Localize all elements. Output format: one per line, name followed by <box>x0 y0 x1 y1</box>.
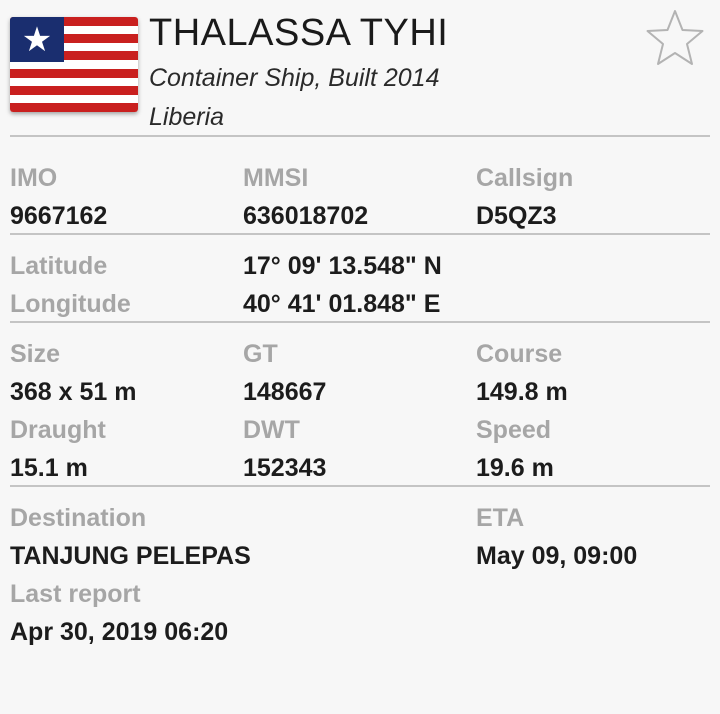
divider <box>10 321 710 323</box>
imo-label: IMO <box>10 164 58 192</box>
flag-country: Liberia <box>149 103 225 131</box>
draught-label: Draught <box>10 416 106 444</box>
callsign-value: D5QZ3 <box>476 202 557 230</box>
imo-value: 9667162 <box>10 202 108 230</box>
flag-star-icon: ★ <box>10 17 64 62</box>
vessel-type-built: Container Ship, Built 2014 <box>149 64 440 92</box>
latitude-value: 17° 09' 13.548" N <box>243 252 442 280</box>
divider <box>10 233 710 235</box>
destination-label: Destination <box>10 504 147 532</box>
longitude-label: Longitude <box>10 290 131 318</box>
mmsi-label: MMSI <box>243 164 309 192</box>
course-value: 149.8 m <box>476 378 568 406</box>
callsign-label: Callsign <box>476 164 574 192</box>
size-value: 368 x 51 m <box>10 378 137 406</box>
destination-value: TANJUNG PELEPAS <box>10 542 251 570</box>
star-outline-icon[interactable] <box>644 8 706 70</box>
mmsi-value: 636018702 <box>243 202 369 230</box>
last-report-value: Apr 30, 2019 06:20 <box>10 618 229 646</box>
draught-value: 15.1 m <box>10 454 88 482</box>
speed-label: Speed <box>476 416 552 444</box>
course-label: Course <box>476 340 563 368</box>
divider <box>10 485 710 487</box>
gt-label: GT <box>243 340 278 368</box>
longitude-value: 40° 41' 01.848" E <box>243 290 441 318</box>
dwt-label: DWT <box>243 416 300 444</box>
speed-value: 19.6 m <box>476 454 554 482</box>
dwt-value: 152343 <box>243 454 327 482</box>
divider <box>10 135 710 137</box>
vessel-name: THALASSA TYHI <box>149 12 449 54</box>
liberia-flag-icon: ★ <box>10 17 138 112</box>
eta-value: May 09, 09:00 <box>476 542 638 570</box>
last-report-label: Last report <box>10 580 141 608</box>
latitude-label: Latitude <box>10 252 108 280</box>
eta-label: ETA <box>476 504 525 532</box>
gt-value: 148667 <box>243 378 327 406</box>
size-label: Size <box>10 340 61 368</box>
